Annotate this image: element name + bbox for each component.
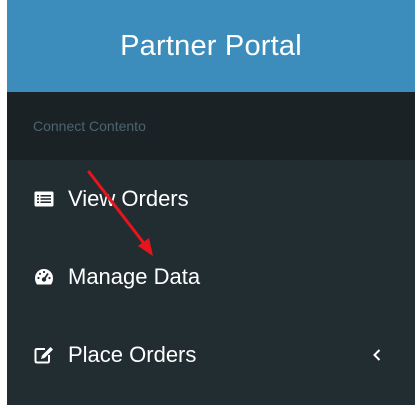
dashboard-icon [34,267,54,287]
sidebar-item-manage-data[interactable]: Manage Data [7,238,415,316]
sidebar-item-label: View Orders [68,186,189,211]
sidebar-item-place-orders[interactable]: Place Orders [7,316,415,394]
sidebar-menu: View Orders Manage Data Place Orders [7,160,415,394]
section-label-text: Connect Contento [33,118,146,134]
sidebar-item-view-orders[interactable]: View Orders [7,160,415,238]
sidebar-item-label: Place Orders [68,342,197,367]
sidebar-section-label: Connect Contento [7,92,415,160]
list-alt-icon [34,189,54,209]
edit-icon [34,345,54,365]
sidebar-item-label: Manage Data [68,264,201,289]
chevron-left-icon[interactable] [371,348,383,362]
portal-title: Partner Portal [120,29,302,62]
sidebar-frame: Partner Portal Connect Contento View Ord… [7,0,415,405]
portal-header: Partner Portal [7,0,415,92]
